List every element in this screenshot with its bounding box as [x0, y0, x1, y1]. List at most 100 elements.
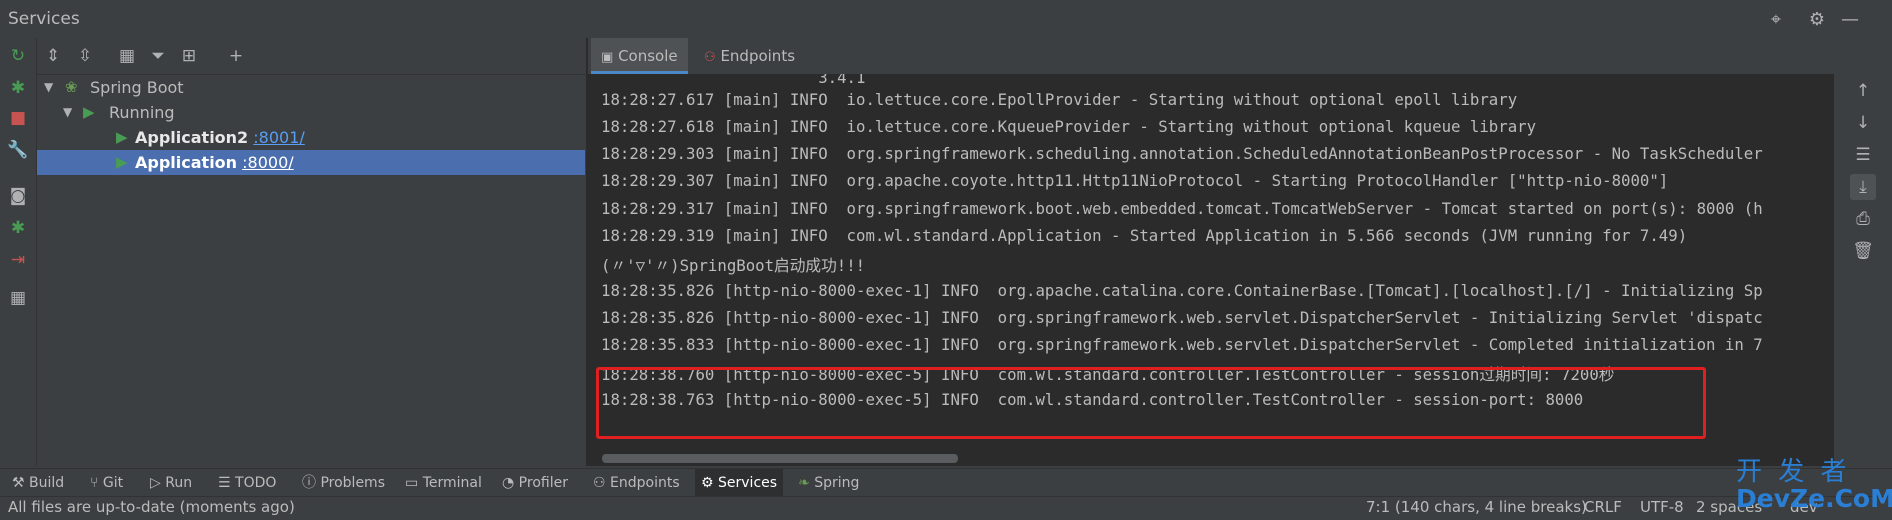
collapse-all-icon[interactable]: ⇳ [72, 44, 98, 68]
tool-tab-label: Problems [320, 475, 385, 491]
spring-boot-icon: ❀ [65, 78, 78, 96]
profiler-icon: ◔ [502, 475, 515, 491]
gear-icon[interactable]: ⚙ [1805, 7, 1829, 31]
watermark-text: DevZe.CoM [1736, 484, 1892, 513]
tab-label: Endpoints [720, 47, 796, 65]
console-tabs: ▣ Console ⚇ Endpoints [588, 38, 1892, 74]
tool-tab-build[interactable]: ⚒ Build [12, 469, 64, 497]
camera-icon[interactable]: ◙ [6, 184, 30, 208]
tool-tab-profiler[interactable]: ◔ Profiler [502, 469, 568, 497]
console-line: 18:28:27.618 [main] INFO io.lettuce.core… [601, 117, 1537, 136]
minimize-icon[interactable]: — [1838, 7, 1862, 31]
soft-wrap-icon[interactable]: ☰ [1850, 142, 1876, 168]
tool-window-bar: ⚒ Build ⑂ Git ▷ Run ☰ TODO ⓘ Problems ▭ … [0, 468, 1892, 497]
tool-tab-git[interactable]: ⑂ Git [90, 469, 123, 497]
highlight-box [596, 367, 1706, 439]
run-icon: ▶ [116, 153, 128, 171]
tool-window-header: Services ⌖ ⚙ — [0, 0, 1892, 39]
info-icon: ⓘ [302, 475, 316, 491]
tool-tab-run[interactable]: ▷ Run [150, 469, 192, 497]
tree-node-application2[interactable]: ▶ Application2 :8001/ [37, 125, 585, 150]
exit-icon[interactable]: ⇥ [6, 248, 30, 272]
arrow-down-icon[interactable]: ↓ [1850, 110, 1876, 136]
tool-tab-services[interactable]: ⚙ Services [695, 469, 784, 497]
tool-tab-label: TODO [235, 475, 277, 491]
arrow-up-icon[interactable]: ↑ [1850, 78, 1876, 104]
console-right-toolbar: ↑ ↓ ☰ ⤓ ⎙ 🗑 [1834, 74, 1892, 466]
attach-debugger-icon[interactable]: ✱ [6, 216, 30, 240]
chevron-down-icon[interactable]: ▼ [44, 75, 53, 100]
tool-tab-todo[interactable]: ☰ TODO [218, 469, 276, 497]
tool-tab-label: Build [29, 475, 65, 491]
app-port-link[interactable]: :8001/ [253, 128, 305, 147]
scroll-to-end-icon[interactable]: ⤓ [1850, 174, 1876, 200]
console-line: 18:28:35.826 [http-nio-8000-exec-1] INFO… [601, 281, 1763, 300]
console-line: 18:28:29.319 [main] INFO com.wl.standard… [601, 226, 1688, 245]
tool-tab-label: Git [102, 475, 124, 491]
tool-tab-label: Endpoints [610, 475, 680, 491]
status-message[interactable]: All files are up-to-date (moments ago) [8, 498, 295, 516]
console-icon: ▣ [601, 50, 614, 65]
tree-node-application[interactable]: ▶ Application :8000/ [37, 150, 585, 175]
group-by-icon[interactable]: ▦ [114, 44, 140, 68]
watermark-logo: 开 发 者 DevZe.CoM [1730, 448, 1892, 518]
tool-tab-label: Profiler [518, 475, 568, 491]
tree-node-label: Spring Boot [90, 78, 184, 97]
console-line: 18:28:29.307 [main] INFO org.apache.coyo… [601, 171, 1669, 190]
run-icon: ▶ [83, 103, 95, 121]
spring-leaf-icon: ❧ [798, 475, 810, 491]
debug-icon[interactable]: ✱ [6, 76, 30, 100]
tree-node-label: Running [109, 103, 175, 122]
git-branch-icon: ⑂ [90, 475, 99, 491]
file-encoding[interactable]: UTF-8 [1640, 498, 1684, 516]
stop-icon[interactable]: ■ [6, 106, 30, 130]
add-service-icon[interactable]: + [223, 44, 249, 68]
hammer-icon: ⚒ [12, 475, 25, 491]
console-line: 18:28:29.317 [main] INFO org.springframe… [601, 199, 1763, 218]
caret-position[interactable]: 7:1 (140 chars, 4 line breaks) [1366, 498, 1587, 516]
tree-toolbar: ⇕ ⇳ ▦ ⏷ ⊞ + [37, 38, 585, 75]
horizontal-scrollbar[interactable] [602, 454, 958, 463]
app-name: Application2 [135, 128, 249, 147]
tool-tab-label: Services [718, 475, 778, 491]
run-icon: ▶ [116, 128, 128, 146]
expand-all-icon[interactable]: ⇕ [40, 44, 66, 68]
tool-tab-spring[interactable]: ❧ Spring [798, 469, 859, 497]
app-port-link[interactable]: :8000/ [242, 153, 294, 172]
tool-tab-label: Run [165, 475, 193, 491]
chevron-down-icon[interactable]: ▼ [63, 100, 72, 125]
console-line: (〃'▽'〃)SpringBoot启动成功!!! [601, 256, 866, 275]
services-left-toolbar: ↻ ✱ ■ 🔧 ◙ ✱ ⇥ ▦ [0, 38, 37, 466]
tool-tab-terminal[interactable]: ▭ Terminal [405, 469, 482, 497]
list-icon: ☰ [218, 475, 231, 491]
rerun-icon[interactable]: ↻ [6, 44, 30, 68]
trash-icon[interactable]: 🗑 [1850, 238, 1876, 264]
tool-tab-label: Terminal [422, 475, 482, 491]
layout-icon[interactable]: ▦ [6, 286, 30, 310]
line-separator[interactable]: CRLF [1584, 498, 1622, 516]
terminal-icon: ▭ [405, 475, 419, 491]
tab-endpoints[interactable]: ⚇ Endpoints [694, 38, 805, 74]
endpoints-icon: ⚇ [704, 50, 716, 65]
tab-console[interactable]: ▣ Console [591, 38, 688, 74]
tree-node-running[interactable]: ▼ ▶ Running [37, 100, 585, 125]
new-tab-icon[interactable]: ⊞ [176, 44, 202, 68]
watermark-text: 开 发 者 [1736, 457, 1851, 487]
tool-tab-endpoints[interactable]: ⚇ Endpoints [593, 469, 680, 497]
endpoints-icon: ⚇ [593, 475, 606, 491]
tool-window-title: Services [8, 9, 80, 29]
tab-label: Console [618, 47, 678, 65]
crosshair-icon[interactable]: ⌖ [1764, 7, 1788, 31]
wrench-icon[interactable]: 🔧 [6, 138, 30, 162]
console-line: 3.4.1 [601, 74, 866, 87]
status-bar: All files are up-to-date (moments ago) 7… [0, 496, 1892, 520]
tree-node-spring-boot[interactable]: ▼ ❀ Spring Boot [37, 75, 585, 100]
tool-tab-problems[interactable]: ⓘ Problems [302, 469, 385, 497]
console-line: 18:28:27.617 [main] INFO io.lettuce.core… [601, 90, 1518, 109]
tool-tab-label: Spring [814, 475, 860, 491]
console-line: 18:28:35.833 [http-nio-8000-exec-1] INFO… [601, 335, 1763, 354]
app-name: Application [135, 153, 238, 172]
run-icon: ▷ [150, 475, 161, 491]
print-icon[interactable]: ⎙ [1850, 206, 1876, 232]
filter-icon[interactable]: ⏷ [145, 44, 171, 68]
